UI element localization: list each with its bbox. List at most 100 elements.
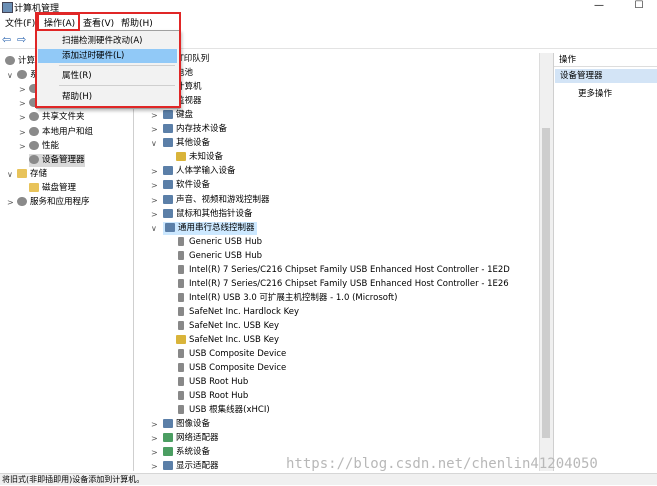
nav-tree-label: 共享文件夹	[42, 112, 85, 123]
maximize-button[interactable]: ☐	[628, 0, 650, 12]
device-item[interactable]: USB Root Hub	[176, 376, 248, 389]
chevron-right-icon[interactable]: >	[19, 126, 26, 139]
title-bar: 计算机管理 — ☐	[0, 0, 657, 14]
menu-item-help[interactable]: 帮助(H)	[38, 90, 177, 104]
device-icon	[178, 320, 184, 330]
device-category[interactable]: > 网络适配器	[151, 432, 219, 445]
minimize-button[interactable]: —	[588, 0, 610, 12]
nav-tree-item[interactable]: > 共享文件夹	[19, 111, 85, 124]
chevron-right-icon[interactable]: >	[151, 208, 158, 221]
menu-item-scan-hardware[interactable]: 扫描检测硬件改动(A)	[38, 34, 177, 48]
menu-file[interactable]: 文件(F)	[5, 16, 35, 29]
chevron-right-icon[interactable]: >	[151, 432, 158, 445]
device-icon	[163, 180, 173, 190]
device-item[interactable]: USB Composite Device	[176, 362, 286, 375]
tree-node-icon	[5, 56, 15, 65]
device-label: 图像设备	[176, 419, 211, 430]
device-category[interactable]: > 图像设备	[151, 418, 211, 431]
device-category[interactable]: > 鼠标和其他指针设备	[151, 208, 253, 221]
chevron-right-icon[interactable]: >	[19, 140, 26, 153]
menu-view[interactable]: 查看(V)	[83, 16, 114, 29]
chevron-down-icon[interactable]: ∨	[151, 222, 157, 235]
device-label: SafeNet Inc. USB Key	[189, 335, 279, 345]
chevron-right-icon[interactable]: >	[19, 111, 26, 124]
device-label: 显示适配器	[176, 461, 219, 471]
nav-tree-item[interactable]: > 本地用户和组	[19, 126, 93, 139]
device-category[interactable]: > 系统设备	[151, 446, 210, 459]
menu-action[interactable]: 操作(A)	[44, 16, 75, 29]
device-category[interactable]: > 软件设备	[151, 179, 210, 192]
chevron-right-icon[interactable]: >	[7, 196, 14, 209]
device-icon	[178, 363, 184, 373]
device-item[interactable]: 未知设备	[176, 151, 223, 164]
menu-bar: 文件(F) 操作(A) 查看(V) 帮助(H)	[0, 14, 657, 30]
chevron-right-icon[interactable]: >	[151, 165, 158, 178]
vertical-scrollbar[interactable]	[539, 53, 553, 471]
tree-node-icon	[17, 197, 27, 206]
device-category[interactable]: > 内存技术设备	[151, 123, 227, 136]
actions-device-manager[interactable]: 设备管理器	[555, 69, 657, 83]
device-category[interactable]: ∨ 其他设备	[151, 137, 210, 150]
device-item[interactable]: USB 根集线器(xHCI)	[176, 404, 270, 417]
chevron-right-icon[interactable]: >	[19, 83, 26, 96]
menu-item-properties[interactable]: 属性(R)	[38, 69, 177, 83]
chevron-down-icon[interactable]: ∨	[7, 69, 13, 82]
device-item[interactable]: USB Root Hub	[176, 390, 248, 403]
device-icon	[178, 264, 184, 274]
device-category[interactable]: ∨ 通用串行总线控制器	[151, 221, 257, 235]
chevron-right-icon[interactable]: >	[19, 97, 26, 110]
device-label: 键盘	[176, 110, 194, 121]
menu-help[interactable]: 帮助(H)	[121, 16, 153, 29]
device-category[interactable]: > 显示适配器	[151, 460, 219, 471]
device-icon	[178, 306, 184, 316]
nav-tree-item[interactable]: > 性能	[19, 140, 59, 153]
device-item[interactable]: SafeNet Inc. Hardlock Key	[176, 306, 299, 319]
more-actions-link[interactable]: 更多操作	[578, 87, 612, 99]
nav-tree-item[interactable]: ∨ 存储	[7, 168, 48, 181]
device-label: Intel(R) USB 3.0 可扩展主机控制器 - 1.0 (Microso…	[189, 292, 398, 303]
device-category[interactable]: > 键盘	[151, 109, 194, 122]
chevron-right-icon[interactable]: >	[151, 179, 158, 192]
device-label: 网络适配器	[176, 433, 219, 444]
nav-tree-label: 存储	[30, 168, 48, 179]
device-category[interactable]: > 人体学输入设备	[151, 165, 236, 178]
device-label: 声音、视频和游戏控制器	[176, 194, 270, 205]
device-icon	[178, 278, 184, 288]
chevron-right-icon[interactable]: >	[151, 109, 158, 122]
device-icon	[163, 124, 173, 134]
warning-device-icon	[176, 152, 186, 162]
scrollbar-thumb[interactable]	[542, 128, 550, 438]
device-item[interactable]: Generic USB Hub	[176, 236, 262, 249]
chevron-right-icon[interactable]: >	[151, 418, 158, 431]
chevron-right-icon[interactable]: >	[151, 123, 158, 136]
chevron-right-icon[interactable]: >	[151, 446, 158, 459]
chevron-right-icon[interactable]: >	[151, 460, 158, 471]
forward-arrow-icon[interactable]: ⇨	[17, 33, 26, 46]
nav-tree-item[interactable]: 设备管理器	[29, 153, 85, 167]
device-icon	[178, 377, 184, 387]
tree-node-icon	[29, 182, 39, 192]
chevron-down-icon[interactable]: ∨	[7, 168, 13, 181]
actions-pane: 操作 设备管理器 更多操作	[553, 53, 657, 471]
device-item[interactable]: Intel(R) USB 3.0 可扩展主机控制器 - 1.0 (Microso…	[176, 292, 397, 305]
back-arrow-icon[interactable]: ⇦	[2, 33, 11, 46]
nav-tree-item[interactable]: 磁盘管理	[29, 182, 76, 195]
device-category[interactable]: > 声音、视频和游戏控制器	[151, 194, 270, 207]
menu-separator	[59, 65, 175, 66]
menu-item-add-legacy-hardware[interactable]: 添加过时硬件(L)	[38, 49, 177, 63]
computer-management-icon	[2, 2, 13, 13]
device-icon	[163, 433, 173, 443]
device-icon	[178, 236, 184, 246]
device-label: Generic USB Hub	[189, 250, 262, 261]
device-label: SafeNet Inc. USB Key	[189, 320, 279, 331]
device-item[interactable]: USB Composite Device	[176, 348, 286, 361]
device-item[interactable]: Intel(R) 7 Series/C216 Chipset Family US…	[176, 278, 509, 291]
device-label: SafeNet Inc. Hardlock Key	[189, 306, 300, 317]
chevron-right-icon[interactable]: >	[151, 194, 158, 207]
nav-tree-item[interactable]: > 服务和应用程序	[7, 196, 90, 209]
device-item[interactable]: SafeNet Inc. USB Key	[176, 320, 279, 333]
chevron-down-icon[interactable]: ∨	[151, 137, 157, 150]
device-item[interactable]: SafeNet Inc. USB Key	[176, 334, 279, 347]
device-item[interactable]: Intel(R) 7 Series/C216 Chipset Family US…	[176, 264, 510, 277]
device-item[interactable]: Generic USB Hub	[176, 250, 262, 263]
